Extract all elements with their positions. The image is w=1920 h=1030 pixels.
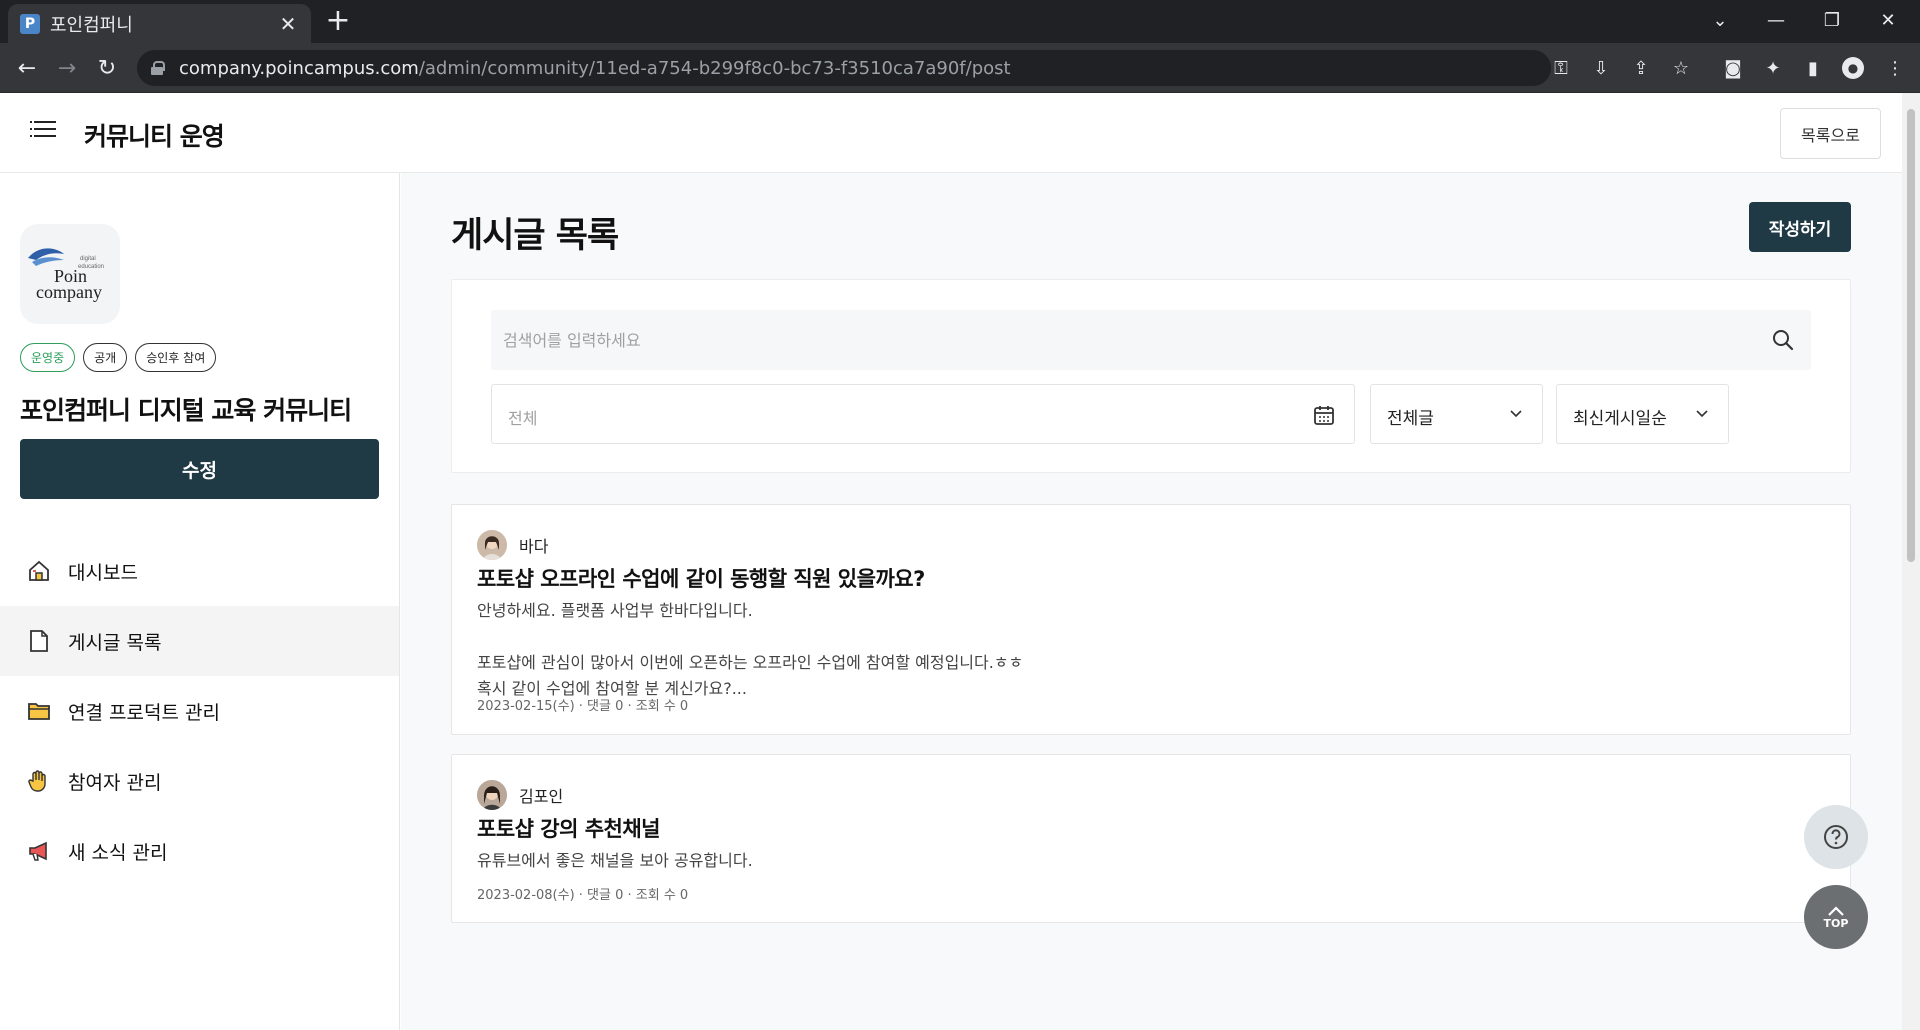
- megaphone-icon: [26, 838, 52, 864]
- sidebar-item-linked-products[interactable]: 연결 프로덕트 관리: [0, 676, 399, 746]
- search-icon[interactable]: [1771, 328, 1795, 352]
- post-type-value: 전체글: [1387, 409, 1434, 429]
- side-panel-icon[interactable]: ▮: [1800, 55, 1826, 81]
- tab-search-icon[interactable]: ⌄: [1692, 0, 1748, 40]
- search-box: [491, 310, 1811, 370]
- profile-icon[interactable]: ●: [1842, 57, 1864, 79]
- help-button[interactable]: [1804, 805, 1868, 869]
- lock-icon: [151, 61, 165, 75]
- post-meta: 2023-02-08(수) · 댓글 0 · 조회 수 0: [477, 888, 689, 903]
- chevron-up-icon: [1828, 905, 1844, 916]
- back-icon[interactable]: ←: [10, 51, 44, 85]
- document-icon: [26, 628, 52, 654]
- browser-toolbar: ← → ↻ company.poincampus.com/admin/commu…: [0, 43, 1920, 93]
- new-tab-icon[interactable]: +: [323, 6, 353, 36]
- svg-text:company: company: [36, 282, 102, 302]
- post-card[interactable]: 바다 포토샵 오프라인 수업에 같이 동행할 직원 있을까요? 안녕하세요. 플…: [451, 504, 1851, 735]
- sidebar-item-label: 참여자 관리: [68, 771, 162, 794]
- reload-icon[interactable]: ↻: [90, 51, 124, 85]
- post-card[interactable]: 김포인 포토샵 강의 추천채널 유튜브에서 좋은 채널을 보아 공유합니다. 2…: [451, 754, 1851, 923]
- post-meta: 2023-02-15(수) · 댓글 0 · 조회 수 0: [477, 699, 689, 714]
- page-scrollbar[interactable]: [1902, 93, 1920, 1030]
- edit-community-button[interactable]: 수정: [20, 439, 379, 499]
- question-icon: [1824, 825, 1848, 849]
- forward-icon[interactable]: →: [50, 51, 84, 85]
- scroll-top-label: TOP: [1823, 916, 1849, 930]
- post-author: 김포인: [477, 780, 563, 810]
- page-title: 게시글 목록: [451, 216, 619, 256]
- filter-panel: 전체 전체글 최신게시일순: [451, 279, 1851, 473]
- sidebar-nav: 대시보드 게시글 목록 연결 프로덕트 관리 참여자 관리 새 소식 관리: [0, 536, 399, 886]
- status-badges: 운영중 공개 승인후 참여: [20, 343, 217, 372]
- minimize-icon[interactable]: —: [1748, 0, 1804, 40]
- hamburger-menu-icon[interactable]: [30, 121, 56, 139]
- post-author: 바다: [477, 530, 548, 560]
- status-badge-approval: 승인후 참여: [135, 343, 217, 372]
- sidebar-item-posts[interactable]: 게시글 목록: [0, 606, 399, 676]
- post-title[interactable]: 포토샵 오프라인 수업에 같이 동행할 직원 있을까요?: [477, 563, 925, 593]
- browser-tab-bar: P 포인컴퍼니 ✕ + ⌄ — ❐ ✕: [0, 0, 1920, 43]
- calendar-icon[interactable]: [1312, 403, 1336, 427]
- scroll-top-button[interactable]: TOP: [1804, 885, 1868, 949]
- status-badge-public: 공개: [83, 343, 128, 372]
- post-excerpt: 안녕하세요. 플랫폼 사업부 한바다입니다. 포토샵에 관심이 많아서 이번에 …: [477, 601, 1024, 698]
- sidebar-item-news[interactable]: 새 소식 관리: [0, 816, 399, 886]
- folder-icon: [26, 698, 52, 724]
- chevron-down-icon: [1696, 410, 1708, 418]
- author-name: 김포인: [519, 787, 564, 806]
- restore-icon[interactable]: ❐: [1804, 0, 1860, 40]
- app-header: 커뮤니티 운영 목록으로: [0, 93, 1902, 173]
- main-content: 게시글 목록 작성하기 전체 전체글 최신게시일순 바다 포토샵 오프라인 수업…: [401, 173, 1902, 1030]
- share-icon[interactable]: ⇪: [1628, 55, 1654, 81]
- community-logo: digital education Poin company: [20, 224, 120, 324]
- search-input[interactable]: [503, 310, 1743, 370]
- sidebar-item-participants[interactable]: 참여자 관리: [0, 746, 399, 816]
- scrollbar-thumb[interactable]: [1907, 109, 1915, 562]
- sidebar-item-label: 새 소식 관리: [68, 841, 168, 864]
- sidebar-item-label: 연결 프로덕트 관리: [68, 701, 220, 724]
- key-icon[interactable]: ⚿: [1548, 55, 1574, 81]
- tab-title: 포인컴퍼니: [50, 14, 133, 36]
- sidebar-item-dashboard[interactable]: 대시보드: [0, 536, 399, 606]
- write-post-button[interactable]: 작성하기: [1749, 202, 1851, 252]
- bookmark-star-icon[interactable]: ☆: [1668, 55, 1694, 81]
- sidebar-item-label: 게시글 목록: [68, 631, 162, 654]
- post-title[interactable]: 포토샵 강의 추천채널: [477, 813, 661, 843]
- avatar: [477, 780, 507, 810]
- hand-icon: [26, 768, 52, 794]
- chevron-down-icon: [1510, 410, 1522, 418]
- tab-close-icon[interactable]: ✕: [277, 12, 299, 36]
- menu-dots-icon[interactable]: ⋮: [1882, 55, 1908, 81]
- sidebar-item-label: 대시보드: [68, 561, 138, 584]
- browser-tab[interactable]: P 포인컴퍼니 ✕: [8, 4, 311, 43]
- close-window-icon[interactable]: ✕: [1860, 0, 1916, 40]
- community-name: 포인컴퍼니 디지털 교육 커뮤니티: [20, 396, 352, 425]
- extensions-icon[interactable]: ✦: [1760, 55, 1786, 81]
- date-range-value: 전체: [508, 409, 538, 428]
- camera-icon[interactable]: ◙: [1720, 55, 1746, 81]
- avatar: [477, 530, 507, 560]
- app-title: 커뮤니티 운영: [84, 122, 225, 151]
- favicon-icon: P: [20, 13, 40, 34]
- url-host: company.poincampus.com: [179, 57, 419, 79]
- install-icon[interactable]: ⇩: [1588, 55, 1614, 81]
- sort-value: 최신게시일순: [1573, 409, 1667, 429]
- url-path: /admin/community/11ed-a754-b299f8c0-bc73…: [418, 57, 1011, 79]
- back-to-list-button[interactable]: 목록으로: [1780, 108, 1881, 159]
- address-bar[interactable]: company.poincampus.com/admin/community/1…: [137, 50, 1551, 86]
- sidebar: digital education Poin company 운영중 공개 승인…: [0, 173, 400, 1030]
- date-range-field[interactable]: 전체: [491, 384, 1355, 444]
- post-type-select[interactable]: 전체글: [1370, 384, 1543, 444]
- post-excerpt: 유튜브에서 좋은 채널을 보아 공유합니다.: [477, 851, 753, 870]
- house-icon: [26, 558, 52, 584]
- author-name: 바다: [519, 537, 549, 556]
- sort-select[interactable]: 최신게시일순: [1556, 384, 1729, 444]
- status-badge-operating: 운영중: [20, 343, 76, 372]
- svg-text:digital: digital: [80, 256, 96, 262]
- page-root: { "browser": { "tab_title": "포인컴퍼니", "fa…: [0, 0, 1920, 1030]
